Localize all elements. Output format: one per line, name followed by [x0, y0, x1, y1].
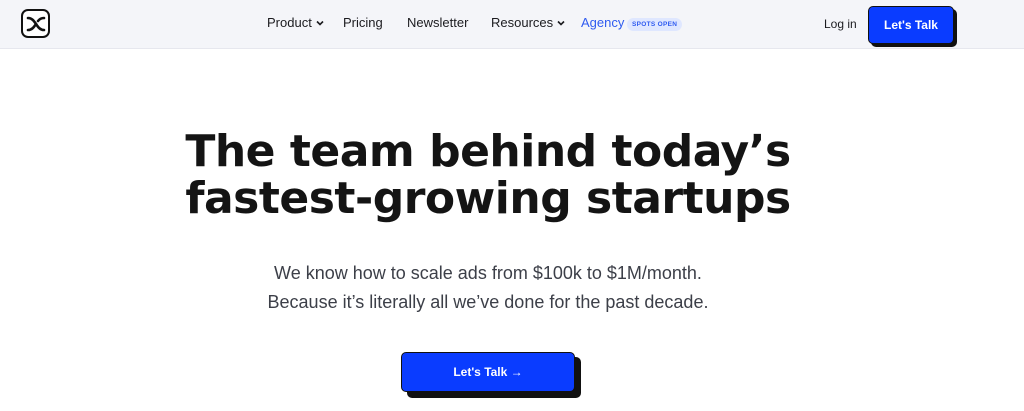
nav-resources-label: Resources: [491, 15, 554, 30]
nav-product-label: Product: [267, 15, 312, 30]
chevron-down-icon: [316, 20, 324, 26]
nav-pricing[interactable]: Pricing: [343, 15, 383, 30]
spots-open-badge: SPOTS OPEN: [627, 18, 683, 31]
hero-title: The team behind today’s fastest-growing …: [0, 128, 976, 222]
hero-title-line-1: The team behind today’s: [185, 126, 791, 177]
login-link[interactable]: Log in: [824, 17, 857, 31]
lets-talk-button[interactable]: Let's Talk: [868, 6, 954, 44]
hero-subtitle-line-1: We know how to scale ads from $100k to $…: [274, 263, 702, 283]
logo-icon[interactable]: [21, 9, 50, 38]
site-header: Product Pricing Newsletter Resources Age…: [0, 0, 1024, 49]
hero-cta: Let's Talk →: [401, 352, 581, 398]
hero-subtitle: We know how to scale ads from $100k to $…: [0, 259, 976, 317]
hero-title-line-2: fastest-growing startups: [185, 173, 791, 224]
nav-product[interactable]: Product: [267, 15, 325, 30]
nav-newsletter-label: Newsletter: [407, 15, 469, 30]
nav-agency-label: Agency: [581, 15, 625, 30]
nav-resources[interactable]: Resources: [491, 15, 566, 30]
hero-subtitle-line-2: Because it’s literally all we’ve done fo…: [267, 292, 709, 312]
nav-newsletter[interactable]: Newsletter: [407, 15, 468, 30]
nav-agency[interactable]: Agency: [581, 15, 624, 30]
header-cta: Let's Talk: [868, 6, 957, 47]
nav-pricing-label: Pricing: [343, 15, 383, 30]
chevron-down-icon: [557, 20, 565, 26]
hero-lets-talk-button[interactable]: Let's Talk →: [401, 352, 575, 392]
